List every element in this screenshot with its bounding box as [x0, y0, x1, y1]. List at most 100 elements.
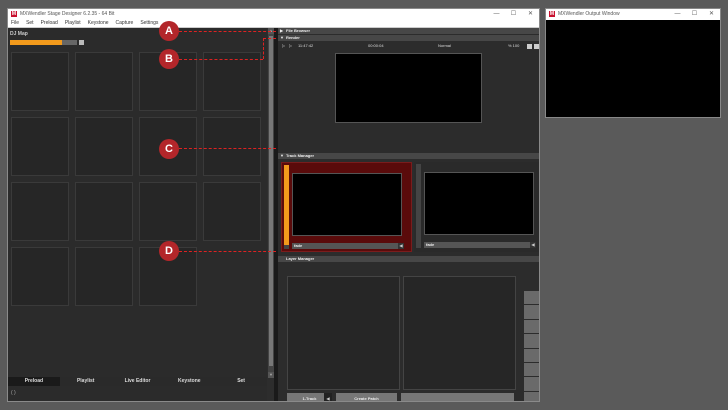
render-mode[interactable]: Normal — [438, 43, 451, 49]
menu-capture[interactable]: Capture — [116, 20, 134, 27]
dropdown-arrow-icon[interactable]: ◀ — [398, 243, 404, 249]
app-logo-icon: M — [549, 11, 555, 17]
minimize-icon[interactable]: — — [488, 9, 505, 20]
render-header[interactable]: ▼ Render — [278, 35, 539, 41]
track-a-preview — [292, 173, 402, 236]
callout-b-hline — [263, 38, 276, 39]
layer-manager-header[interactable]: Layer Manager — [278, 256, 539, 262]
menu-preload[interactable]: Preload — [41, 20, 58, 27]
callout-d-line — [179, 251, 276, 252]
layer-column-a[interactable] — [287, 276, 400, 390]
create-patch-button[interactable]: Create Patch — [336, 393, 397, 401]
layer-button[interactable] — [524, 377, 539, 391]
render-controls: ▷ ▷ 11:47:42 00:00:04 Normal % 100 — [282, 43, 539, 49]
callout-c: C — [159, 139, 179, 159]
app-logo-icon: M — [11, 11, 17, 17]
close-icon[interactable]: ✕ — [522, 9, 539, 20]
layer-manager-label: Layer Manager — [286, 256, 315, 261]
layer-column-b[interactable] — [403, 276, 516, 390]
menu-playlist[interactable]: Playlist — [65, 20, 81, 27]
clip-slot[interactable] — [75, 247, 133, 306]
layer-button[interactable] — [524, 319, 539, 334]
progress-menu-icon[interactable] — [79, 40, 84, 45]
render-zoom[interactable]: % 100 — [508, 43, 519, 49]
play-icon[interactable]: ▷ — [282, 43, 285, 49]
track-b[interactable]: fade ◀ — [414, 162, 539, 252]
clip-grid — [11, 52, 261, 306]
clip-slot[interactable] — [75, 52, 133, 111]
clip-slot[interactable] — [75, 117, 133, 176]
bottom-tabs: Preload Playlist Live Editor Keystone Se… — [8, 377, 267, 386]
layer-button[interactable] — [524, 291, 539, 305]
minimize-icon[interactable]: — — [669, 9, 686, 20]
callout-d: D — [159, 241, 179, 261]
collapse-triangle-icon: ▼ — [280, 35, 284, 40]
layer-button-strip — [524, 291, 539, 401]
callout-b-vline — [263, 38, 264, 59]
file-browser-label: File Browser — [286, 28, 311, 33]
track-b-opacity-slider[interactable] — [416, 164, 421, 248]
step-icon[interactable]: ▷ — [289, 43, 292, 49]
clip-slot[interactable] — [11, 182, 69, 241]
track-a[interactable]: fade ◀ — [281, 162, 412, 252]
layer-button[interactable] — [524, 305, 539, 319]
fullscreen-icon[interactable] — [534, 44, 539, 49]
map-label: DJ Map — [10, 31, 28, 37]
track-b-fade-select[interactable]: fade ◀ — [424, 242, 536, 248]
clip-slot[interactable] — [203, 52, 261, 111]
collapse-triangle-icon: ▼ — [280, 153, 284, 158]
dropdown-arrow-icon[interactable]: ◀ — [530, 242, 536, 248]
clip-slot[interactable] — [11, 117, 69, 176]
window-title: MXWendler Stage Designer 6.2.35 - 64 Bit — [20, 11, 115, 17]
track-select-button[interactable]: 1-Track ◀ — [287, 393, 332, 401]
preload-progress-bar[interactable] — [10, 40, 77, 45]
callout-b: B — [159, 49, 179, 69]
tab-preload[interactable]: Preload — [8, 377, 60, 386]
track-b-preview — [424, 172, 534, 235]
menu-file[interactable]: File — [11, 20, 19, 27]
tab-live-editor[interactable]: Live Editor — [112, 377, 164, 386]
main-window: M MXWendler Stage Designer 6.2.35 - 64 B… — [7, 8, 540, 402]
status-bar: ( ) — [11, 390, 16, 396]
callout-b-line — [179, 59, 263, 60]
maximize-icon[interactable]: ☐ — [686, 9, 703, 20]
blank-button[interactable] — [401, 393, 514, 401]
menu-keystone[interactable]: Keystone — [88, 20, 109, 27]
track-a-slider-fill — [284, 165, 289, 245]
clip-slot-empty — [203, 247, 261, 306]
render-duration: 00:00:04 — [368, 43, 384, 48]
fit-icon[interactable] — [527, 44, 532, 49]
layer-button[interactable] — [524, 348, 539, 362]
maximize-icon[interactable]: ☐ — [505, 9, 522, 20]
tab-playlist[interactable]: Playlist — [60, 377, 112, 386]
dropdown-arrow-icon: ◀ — [324, 393, 332, 401]
fade-label: fade — [294, 243, 303, 248]
clip-slot[interactable] — [139, 182, 197, 241]
layer-button[interactable] — [524, 391, 539, 401]
file-browser-header[interactable]: ▶ File Browser — [278, 28, 539, 34]
tab-keystone[interactable]: Keystone — [163, 377, 215, 386]
preload-pane: DJ Map Preload Playlist Live Editor Keys… — [8, 28, 267, 401]
clip-slot[interactable] — [75, 182, 133, 241]
render-preview — [335, 53, 482, 123]
clip-slot[interactable] — [203, 117, 261, 176]
clip-slot[interactable] — [11, 52, 69, 111]
track-a-fade-select[interactable]: fade ◀ — [292, 243, 404, 249]
output-title-bar: M MXWendler Output Window — ☐ ✕ — [546, 9, 720, 20]
tab-set[interactable]: Set — [215, 377, 267, 386]
close-icon[interactable]: ✕ — [703, 9, 720, 20]
callout-a-line — [179, 31, 276, 32]
output-window-title: MXWendler Output Window — [558, 11, 620, 17]
render-time: 11:47:42 — [298, 43, 314, 48]
track-select-label: 1-Track — [302, 396, 317, 401]
layer-button[interactable] — [524, 362, 539, 377]
layer-button[interactable] — [524, 334, 539, 348]
menu-set[interactable]: Set — [26, 20, 34, 27]
scroll-thumb[interactable] — [269, 36, 273, 366]
clip-slot[interactable] — [203, 182, 261, 241]
menu-settings[interactable]: Settings — [140, 20, 158, 27]
render-label: Render — [286, 35, 300, 40]
track-manager-label: Track Manager — [286, 153, 315, 158]
clip-slot[interactable] — [11, 247, 69, 306]
track-manager-header[interactable]: ▼ Track Manager — [278, 153, 539, 159]
